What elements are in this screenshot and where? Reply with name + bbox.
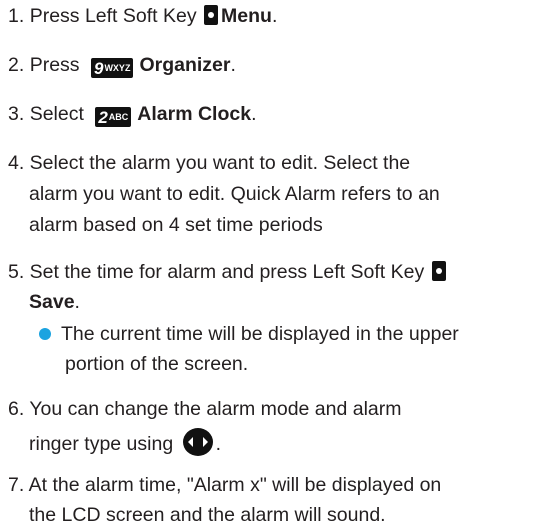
navigation-key-icon (182, 427, 214, 463)
step-5-text: 5. Set the time for alarm and press Left… (8, 261, 425, 283)
step-6-period: . (215, 433, 222, 455)
step-2-text: Press (29, 54, 80, 76)
step-5-line-2: Save. (29, 290, 80, 314)
step-6-line-2: ringer type using . (29, 427, 221, 463)
step-6-line-1: 6. You can change the alarm mode and ala… (8, 398, 402, 420)
left-soft-key-icon (431, 261, 446, 281)
step-1-number: 1. (8, 5, 25, 27)
step-1-text: Press Left Soft Key (29, 5, 197, 27)
step-3-text: Select (29, 103, 84, 125)
step-7-line-1: 7. At the alarm time, "Alarm x" will be … (8, 474, 442, 496)
step-1: 1. Press Left Soft Key Menu. (8, 4, 277, 28)
step-2: 2. Press 9WXYZ Organizer. (8, 53, 236, 78)
key-2-icon: 2ABC (95, 107, 132, 127)
note-line-2: portion of the screen. (65, 353, 249, 375)
step-5-period: . (74, 291, 80, 313)
step-2-period: . (230, 54, 236, 76)
step-3-number: 3. (8, 103, 25, 125)
step-3: 3. Select 2ABC Alarm Clock. (8, 102, 257, 127)
step-5-line-1: 5. Set the time for alarm and press Left… (8, 260, 449, 284)
left-soft-key-icon (204, 5, 219, 25)
note-line-1: The current time will be displayed in th… (61, 323, 459, 345)
step-4-line-3: alarm based on 4 set time periods (29, 214, 323, 236)
key-9-icon: 9WXYZ (90, 58, 134, 78)
bullet-dot-icon (39, 328, 51, 340)
step-7-line-2: the LCD screen and the alarm will sound. (29, 504, 386, 526)
step-3-period: . (251, 103, 257, 125)
step-6-text: ringer type using (29, 433, 174, 455)
step-3-action: Alarm Clock (137, 103, 252, 125)
step-5-action: Save (29, 291, 75, 313)
step-1-period: . (271, 5, 278, 27)
step-4-line-2: alarm you want to edit. Quick Alarm refe… (29, 183, 440, 205)
step-2-number: 2. (8, 54, 25, 76)
step-2-action: Organizer (139, 54, 231, 76)
step-1-action: Menu (221, 5, 272, 27)
step-4-line-1: 4. Select the alarm you want to edit. Se… (8, 152, 411, 174)
manual-page: 1. Press Left Soft Key Menu. 2. Press 9W… (0, 0, 534, 526)
